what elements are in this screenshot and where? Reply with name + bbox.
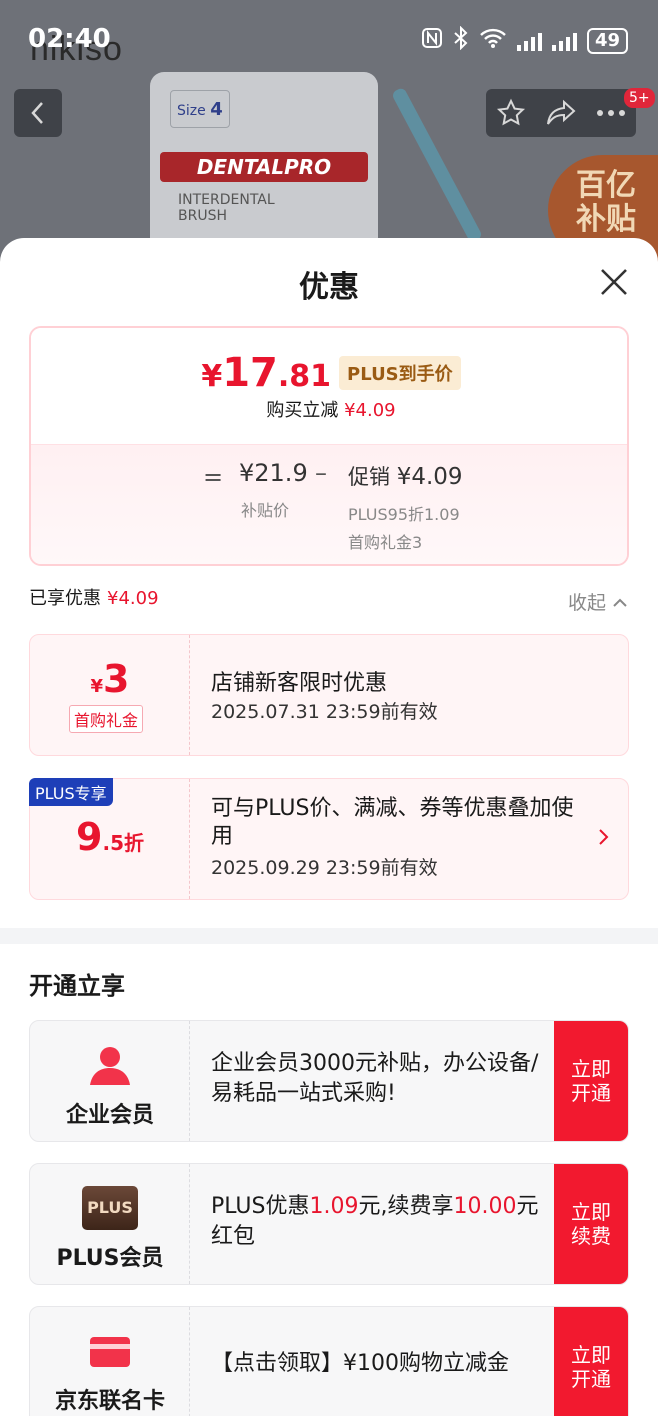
coupon-plus-discount[interactable]: 9.5折 PLUS专享 可与PLUS价、满减、券等优惠叠加使用 2025.09.…	[29, 778, 629, 900]
product-text: INTERDENTAL BRUSH	[178, 192, 275, 224]
member-card-enterprise[interactable]: 企业会员 企业会员3000元补贴，办公设备/易耗品一站式采购! 立即开通	[29, 1020, 629, 1142]
member-name: PLUS会员	[56, 1246, 164, 1271]
equals-sign: =	[203, 463, 224, 491]
final-price: ¥17.81	[201, 350, 332, 396]
more-icon[interactable]	[596, 109, 626, 117]
plus-exclusive-badge: PLUS专享	[29, 778, 113, 806]
subsidy-label: 补贴价	[241, 501, 290, 520]
nav-actions	[486, 89, 636, 137]
renew-plus-button[interactable]: 立即续费	[554, 1164, 628, 1284]
coupon-tag: 首购礼金	[69, 705, 144, 733]
sheet-title: 优惠	[299, 270, 359, 305]
coupon-value: ¥3	[90, 657, 130, 701]
member-description: 【点击领取】¥100购物立减金	[211, 1351, 509, 1376]
chevron-right-icon	[599, 829, 609, 845]
open-jd-card-button[interactable]: 立即开通	[554, 1307, 628, 1416]
product-band: DENTALPRO	[160, 152, 368, 182]
member-description: PLUS优惠1.09元,续费享10.00元红包	[211, 1194, 539, 1249]
promo-amount: 促销 ¥4.09	[348, 464, 463, 490]
back-button[interactable]	[14, 89, 62, 137]
collapse-button[interactable]: 收起	[568, 588, 628, 615]
section-title: 开通立享	[29, 972, 125, 1000]
minus-sign: –	[315, 459, 327, 487]
bluetooth-icon	[453, 25, 469, 55]
wifi-icon	[479, 27, 507, 54]
enjoyed-discount: 已享优惠 ¥4.09	[29, 588, 159, 609]
signal-icon	[516, 31, 542, 51]
member-name: 企业会员	[65, 1103, 154, 1128]
status-icons: 49	[421, 25, 628, 55]
status-time: 02:40	[28, 24, 111, 54]
signal-icon-2	[551, 31, 577, 51]
product-brush-image	[390, 86, 484, 244]
plus-price-tag: PLUS到手价	[339, 356, 461, 390]
battery-indicator: 49	[586, 27, 628, 54]
coupon-first-purchase[interactable]: ¥3 首购礼金 店铺新客限时优惠 2025.07.31 23:59前有效	[29, 634, 629, 756]
coupon-date: 2025.07.31 23:59前有效	[211, 701, 438, 723]
member-name: 京东联名卡	[54, 1389, 165, 1414]
subsidy-price: ¥21.9	[239, 459, 308, 487]
coupon-title: 店铺新客限时优惠	[211, 671, 388, 696]
plus-logo-icon: PLUS	[82, 1186, 138, 1230]
section-divider	[0, 928, 658, 944]
more-badge: 5+	[624, 88, 655, 108]
open-enterprise-button[interactable]: 立即开通	[554, 1021, 628, 1141]
member-card-plus[interactable]: PLUS PLUS会员 PLUS优惠1.09元,续费享10.00元红包 立即续费	[29, 1163, 629, 1285]
promo-detail-plus: PLUS95折1.09	[348, 505, 460, 524]
user-icon	[90, 1047, 130, 1085]
reduce-line: 购买立减 ¥4.09	[266, 400, 396, 421]
coupon-date: 2025.09.29 23:59前有效	[211, 857, 438, 879]
chevron-up-icon	[613, 598, 627, 607]
share-icon[interactable]	[545, 99, 577, 127]
close-icon[interactable]	[596, 264, 632, 300]
member-description: 企业会员3000元补贴，办公设备/易耗品一站式采购!	[211, 1051, 539, 1106]
member-card-jd-card[interactable]: 京东联名卡 【点击领取】¥100购物立减金 立即开通	[29, 1306, 629, 1416]
discount-sheet: 优惠 ¥17.81 PLUS到手价 购买立减 ¥4.09 = ¥21.9 补贴价…	[0, 238, 658, 1416]
price-breakdown: = ¥21.9 补贴价 – 促销 ¥4.09 PLUS95折1.09 首购礼金3	[31, 444, 627, 564]
coupon-description: 可与PLUS价、满减、券等优惠叠加使用	[211, 796, 574, 849]
coupon-value-area: ¥3 首购礼金	[30, 635, 190, 755]
product-size: Size 4	[170, 90, 230, 128]
chevron-left-icon	[31, 102, 43, 124]
price-summary: ¥17.81 PLUS到手价 购买立减 ¥4.09	[31, 328, 627, 444]
price-card: ¥17.81 PLUS到手价 购买立减 ¥4.09 = ¥21.9 补贴价 – …	[29, 326, 629, 566]
credit-card-icon	[90, 1337, 130, 1367]
star-icon[interactable]	[496, 98, 526, 128]
promo-detail-gift: 首购礼金3	[348, 533, 423, 552]
nfc-icon	[421, 27, 443, 54]
coupon-value: 9.5折	[76, 815, 144, 859]
